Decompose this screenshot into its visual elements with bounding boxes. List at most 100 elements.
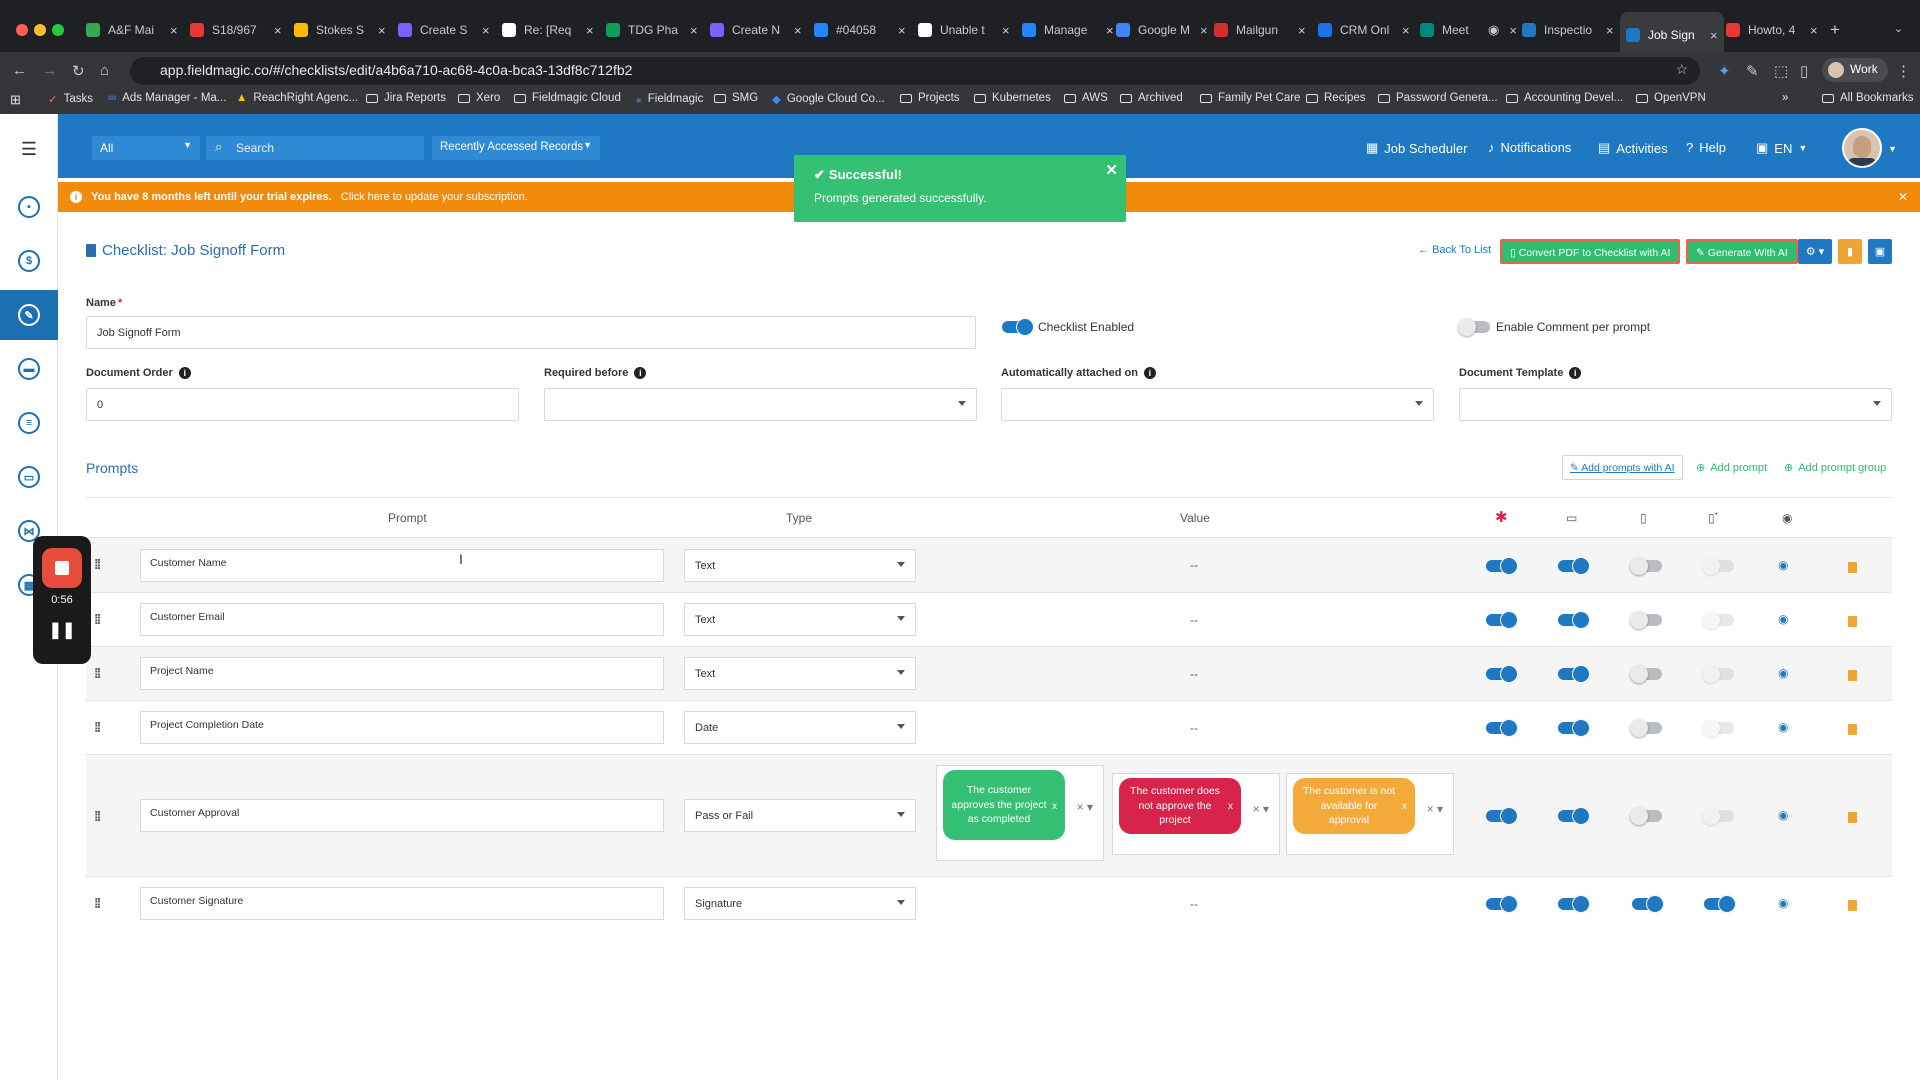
browser-tab[interactable]: Manage × xyxy=(1016,18,1120,42)
tab-close-icon[interactable]: × xyxy=(1710,28,1718,43)
more-bookmarks-icon[interactable]: » xyxy=(1782,92,1788,104)
close-icon[interactable]: ✕ xyxy=(1898,190,1908,204)
browser-tab[interactable]: Howto, 4 × xyxy=(1720,18,1824,42)
browser-tab[interactable]: A&F Mai × xyxy=(80,18,184,42)
prompt-type-select[interactable]: Pass or Fail xyxy=(684,799,916,832)
show-on-screen-toggle[interactable] xyxy=(1558,665,1590,683)
required-toggle[interactable] xyxy=(1486,807,1518,825)
prompt-type-select[interactable]: Text xyxy=(684,603,916,636)
tab-close-icon[interactable]: × xyxy=(1402,23,1410,38)
include-document-toggle[interactable] xyxy=(1630,557,1662,575)
language-select[interactable]: ▣ EN ▼ xyxy=(1756,140,1807,156)
browser-tab[interactable]: Create S × xyxy=(392,18,496,42)
prompt-type-select[interactable]: Date xyxy=(684,711,916,744)
update-subscription-link[interactable]: Click here to update your subscription. xyxy=(341,191,528,203)
bookmark-item[interactable]: ◆ Google Cloud Co... xyxy=(772,92,885,106)
browser-tab[interactable]: TDG Pha × xyxy=(600,18,704,42)
tab-close-icon[interactable]: × xyxy=(586,23,594,38)
activities-link[interactable]: ▤ Activities xyxy=(1598,140,1668,156)
include-document-toggle[interactable] xyxy=(1630,611,1662,629)
bookmark-item[interactable]: ∞ Ads Manager - Ma... xyxy=(108,92,226,104)
visibility-icon[interactable]: ◉ xyxy=(1778,558,1788,572)
auto-attached-select[interactable] xyxy=(1001,388,1434,421)
document-required-toggle[interactable] xyxy=(1702,807,1734,825)
sidebar-item-tools[interactable]: ✎ xyxy=(0,290,58,340)
enable-comment-toggle[interactable] xyxy=(1458,318,1490,336)
browser-tab[interactable]: Google M × xyxy=(1110,18,1214,42)
show-on-screen-toggle[interactable] xyxy=(1558,557,1590,575)
tab-close-icon[interactable]: × xyxy=(1002,23,1010,38)
drag-handle-icon[interactable]: ⁞⁞ xyxy=(94,611,101,627)
generate-with-ai-button[interactable]: ✎ Generate With AI xyxy=(1686,239,1798,264)
browser-tab[interactable]: Inspectio × xyxy=(1516,18,1620,42)
bookmark-folder[interactable]: Fieldmagic Cloud xyxy=(514,92,621,104)
add-prompt-group-button[interactable]: ⊕ Add prompt group xyxy=(1784,461,1886,475)
info-icon[interactable]: i xyxy=(1569,367,1582,379)
sidebar-item-assets[interactable]: ≡ xyxy=(0,398,58,448)
bookmark-folder[interactable]: Archived xyxy=(1120,92,1183,104)
sidebar-item-billing[interactable]: ▭ xyxy=(0,452,58,502)
bookmark-folder[interactable]: Projects xyxy=(900,92,960,104)
pass-option-select[interactable]: The customer approves the project as com… xyxy=(936,765,1104,861)
prompt-name-input[interactable]: Customer Signature xyxy=(140,887,664,920)
tab-close-icon[interactable]: × xyxy=(1298,23,1306,38)
delete-row-icon[interactable] xyxy=(1848,670,1857,681)
prompt-name-input[interactable]: Customer Email xyxy=(140,603,664,636)
tab-close-icon[interactable]: × xyxy=(378,23,386,38)
close-window-icon[interactable] xyxy=(16,24,28,36)
user-menu-caret-icon[interactable]: ▼ xyxy=(1888,144,1897,154)
remove-option-icon[interactable]: x xyxy=(1228,800,1233,814)
delete-row-icon[interactable] xyxy=(1848,812,1857,823)
remove-option-icon[interactable]: x xyxy=(1402,800,1407,814)
document-template-select[interactable] xyxy=(1459,388,1892,421)
edit-extension-icon[interactable]: ✎ xyxy=(1746,62,1759,80)
bookmark-folder[interactable]: OpenVPN xyxy=(1636,92,1706,104)
document-required-toggle[interactable] xyxy=(1702,665,1734,683)
delete-row-icon[interactable] xyxy=(1848,724,1857,735)
required-toggle[interactable] xyxy=(1486,895,1518,913)
delete-row-icon[interactable] xyxy=(1848,900,1857,911)
show-on-screen-toggle[interactable] xyxy=(1558,895,1590,913)
profile-button[interactable]: Work xyxy=(1822,58,1888,82)
sidebar-item-jobs[interactable]: ▬ xyxy=(0,344,58,394)
pause-recording-button[interactable]: ❚❚ xyxy=(33,620,91,640)
required-toggle[interactable] xyxy=(1486,665,1518,683)
delete-row-icon[interactable] xyxy=(1848,562,1857,573)
unavailable-option-select[interactable]: The customer is not available for approv… xyxy=(1286,773,1454,855)
checklist-enabled-toggle[interactable] xyxy=(1002,318,1034,336)
visibility-icon[interactable]: ◉ xyxy=(1778,896,1788,910)
bookmark-folder[interactable]: Accounting Devel... xyxy=(1506,92,1623,104)
bookmark-star-icon[interactable]: ☆ xyxy=(1675,61,1688,78)
prompt-name-input[interactable]: Customer Approval xyxy=(140,799,664,832)
visibility-icon[interactable]: ◉ xyxy=(1778,612,1788,626)
sidebar-item-contacts[interactable]: ▪ xyxy=(0,182,58,232)
bookmark-item[interactable]: ✓ Tasks xyxy=(48,92,93,106)
search-filter-select[interactable]: All ▼ xyxy=(92,136,200,160)
toast-close-icon[interactable]: ✕ xyxy=(1105,161,1118,179)
recent-records-select[interactable]: Recently Accessed Records ▼ xyxy=(432,136,600,160)
document-required-toggle[interactable] xyxy=(1702,557,1734,575)
document-required-toggle[interactable] xyxy=(1702,719,1734,737)
tab-close-icon[interactable]: × xyxy=(1810,23,1818,38)
job-scheduler-link[interactable]: ▦ Job Scheduler xyxy=(1366,140,1467,156)
include-document-toggle[interactable] xyxy=(1632,895,1664,913)
visibility-icon[interactable]: ◉ xyxy=(1778,720,1788,734)
name-input[interactable]: Job Signoff Form xyxy=(86,316,976,349)
prompt-name-input[interactable]: Project Completion Date xyxy=(140,711,664,744)
prompt-name-input[interactable]: Customer Name xyxy=(140,549,664,582)
required-toggle[interactable] xyxy=(1486,611,1518,629)
clear-select-icon[interactable]: × ▾ xyxy=(1253,802,1269,816)
required-toggle[interactable] xyxy=(1486,557,1518,575)
tab-close-icon[interactable]: × xyxy=(898,23,906,38)
back-icon[interactable]: ← xyxy=(12,62,27,79)
visibility-icon[interactable]: ◉ xyxy=(1778,808,1788,822)
add-prompts-with-ai-button[interactable]: ✎ Add prompts with AI xyxy=(1562,455,1683,480)
browser-tab[interactable]: Re: [Req × xyxy=(496,18,600,42)
prompt-type-select[interactable]: Signature xyxy=(684,887,916,920)
browser-tab[interactable]: CRM Onl × xyxy=(1312,18,1416,42)
browser-menu-icon[interactable]: ⋮ xyxy=(1896,62,1911,80)
forward-icon[interactable]: → xyxy=(42,62,57,79)
tab-close-icon[interactable]: × xyxy=(274,23,282,38)
bookmark-item[interactable]: ▲ ReachRight Agenc... xyxy=(236,92,358,104)
browser-tab[interactable]: #04058 × xyxy=(808,18,912,42)
